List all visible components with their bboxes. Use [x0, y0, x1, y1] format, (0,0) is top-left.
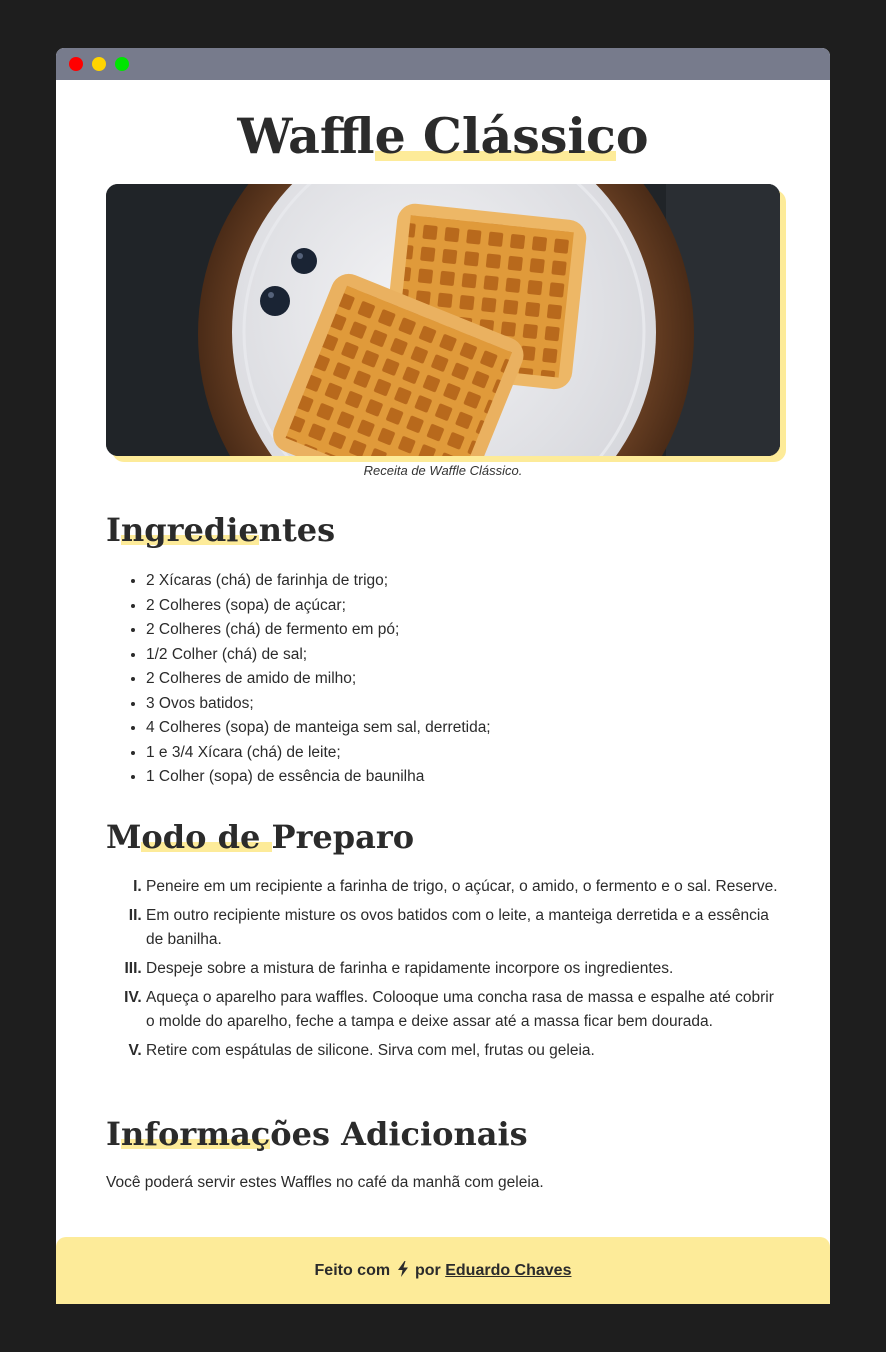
heading-part: ntes [258, 511, 336, 549]
list-item: 1 Colher (sopa) de essência de baunilha [146, 765, 491, 790]
window-titlebar [56, 48, 830, 80]
step-item: Em outro recipiente misture os ovos bati… [146, 904, 786, 952]
additional-info-heading: Informações Adicionais [106, 1114, 528, 1154]
maximize-window-button[interactable] [115, 57, 129, 71]
page-footer: Feito com por Eduardo Chaves [56, 1237, 830, 1304]
list-item: 4 Colheres (sopa) de manteiga sem sal, d… [146, 716, 491, 741]
lightning-bolt-icon [397, 1261, 408, 1277]
heading-part: Preparo [271, 818, 415, 856]
close-window-button[interactable] [69, 57, 83, 71]
heading-highlight: ngredie [120, 511, 259, 549]
list-item: 1 e 3/4 Xícara (chá) de leite; [146, 741, 491, 766]
page-title-part: o [615, 107, 649, 165]
page-title: Waffle Clássico [56, 106, 830, 166]
page-title-part: Waf [237, 107, 375, 165]
waffle-photo [106, 184, 780, 456]
heading-part: I [106, 1115, 121, 1153]
minimize-window-button[interactable] [92, 57, 106, 71]
footer-by: por [414, 1262, 441, 1279]
ingredients-list: 2 Xícaras (chá) de farinhja de trigo; 2 … [146, 569, 491, 790]
list-item: 2 Colheres (sopa) de açúcar; [146, 594, 491, 619]
heading-part: I [106, 511, 121, 549]
image-caption: Receita de Waffle Clássico. [363, 463, 523, 478]
preparation-steps-list: Peneire em um recipiente a farinha de tr… [146, 875, 786, 1068]
page-title-highlight: fle Clássic [374, 107, 616, 165]
step-item: Despeje sobre a mistura de farinha e rap… [146, 957, 786, 981]
step-item: Peneire em um recipiente a farinha de tr… [146, 875, 786, 899]
heading-part: ões Adicionais [270, 1115, 528, 1153]
preparation-heading: Modo de Preparo [106, 817, 414, 857]
author-link[interactable]: Eduardo Chaves [445, 1262, 571, 1279]
ingredients-heading: Ingredientes [106, 510, 335, 550]
step-item: Aqueça o aparelho para waffles. Colooque… [146, 986, 786, 1034]
step-item: Retire com espátulas de silicone. Sirva … [146, 1039, 786, 1063]
heading-part: M [106, 818, 142, 856]
browser-window: Waffle Clássico Receita de Waffle Clássi… [56, 48, 830, 1304]
list-item: 2 Colheres de amido de milho; [146, 667, 491, 692]
additional-info-text: Você poderá servir estes Waffles no café… [106, 1174, 544, 1191]
list-item: 2 Colheres (chá) de fermento em pó; [146, 618, 491, 643]
heading-highlight: odo de [141, 818, 272, 856]
heading-highlight: nformaç [120, 1115, 271, 1153]
waffle-illustration [106, 184, 780, 456]
footer-made-with: Feito com [314, 1262, 391, 1279]
list-item: 1/2 Colher (chá) de sal; [146, 643, 491, 668]
list-item: 2 Xícaras (chá) de farinhja de trigo; [146, 569, 491, 594]
list-item: 3 Ovos batidos; [146, 692, 491, 717]
